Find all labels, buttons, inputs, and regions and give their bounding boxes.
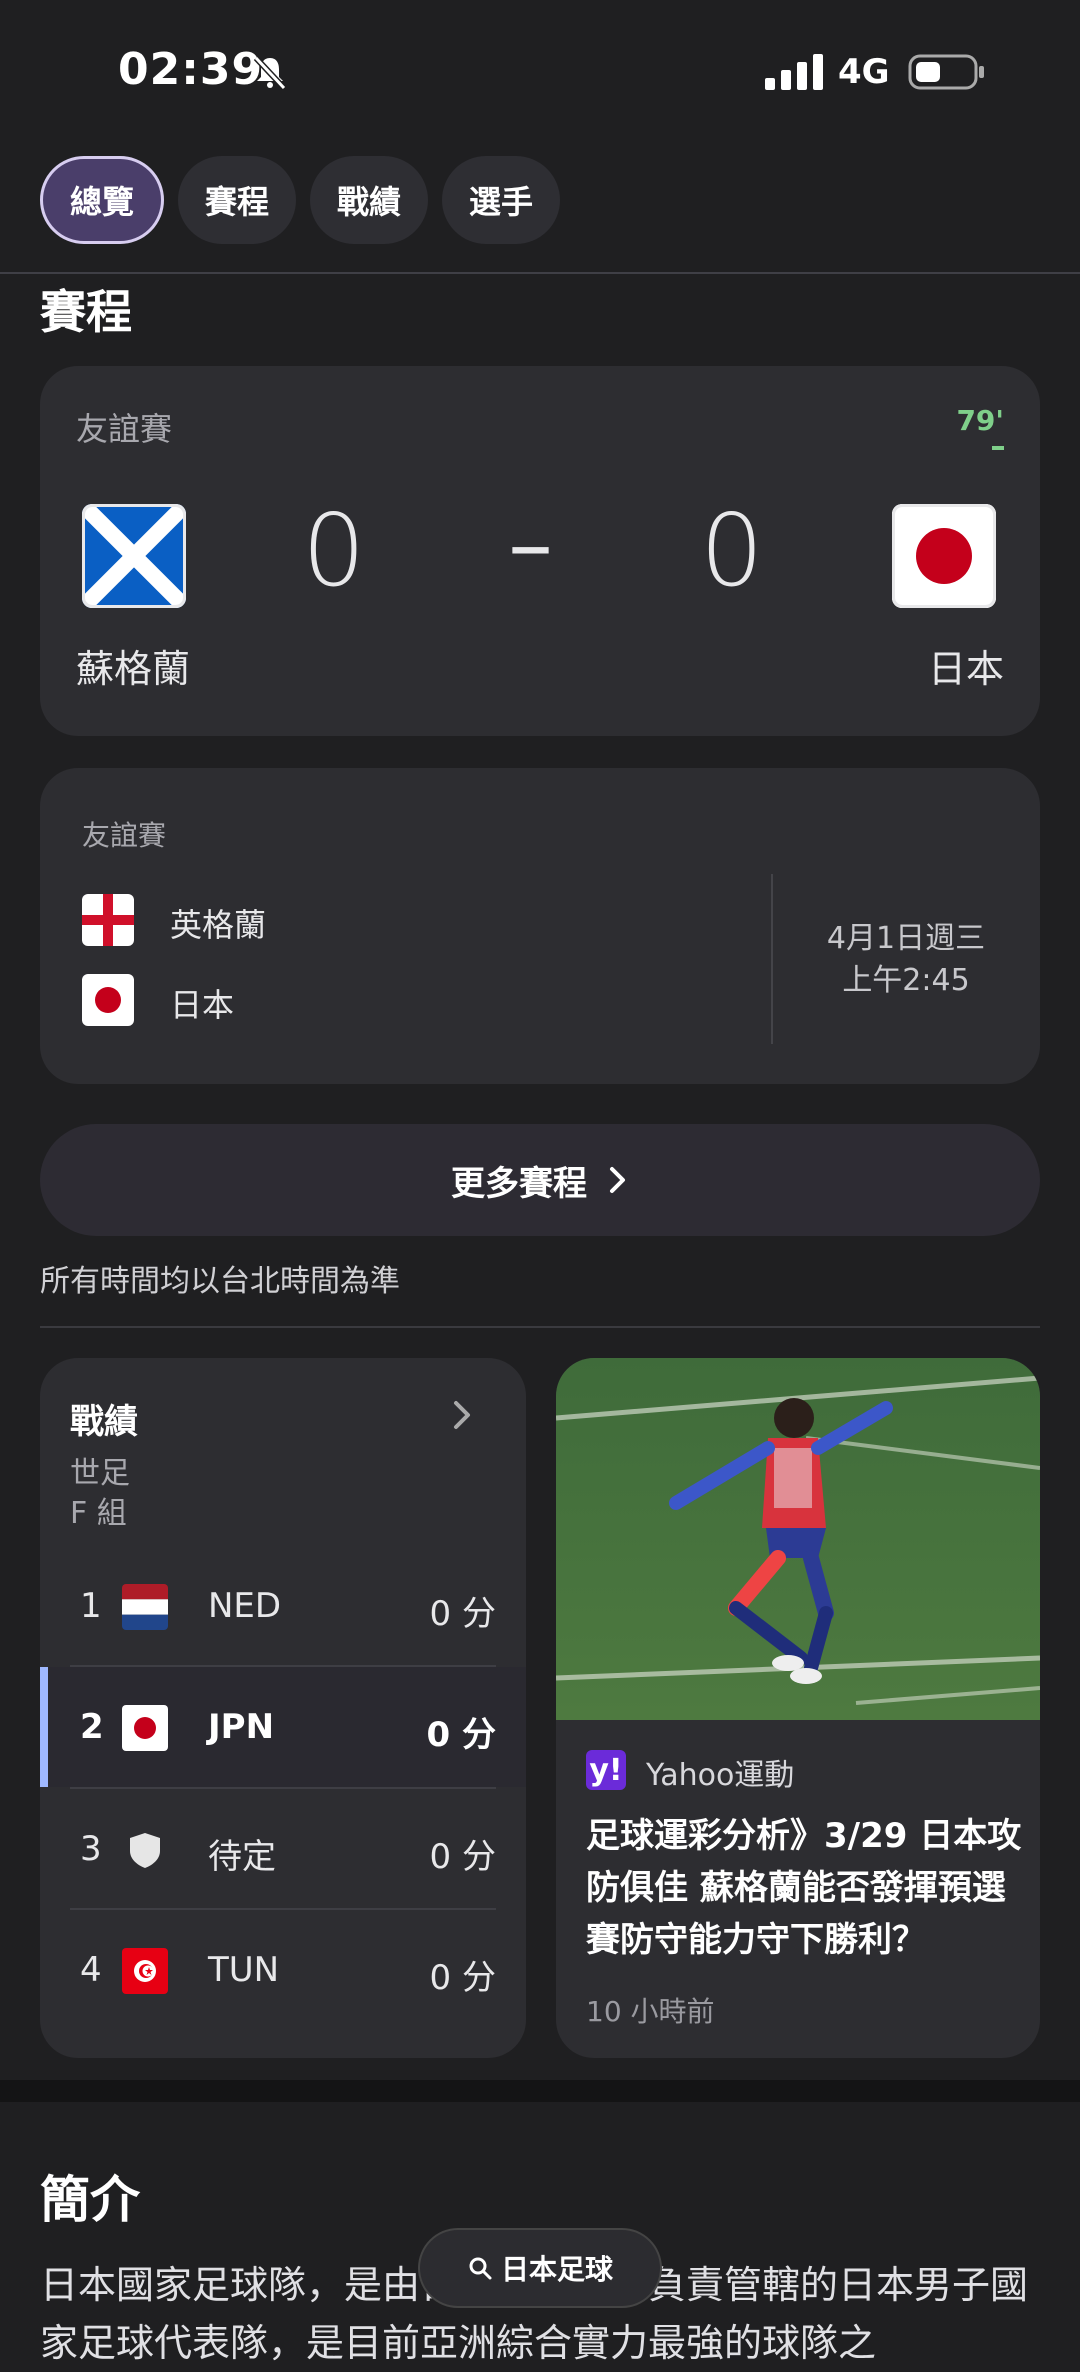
- battery-icon: [908, 54, 984, 90]
- intro-title: 簡介: [40, 2171, 140, 2229]
- live-match-card[interactable]: 友誼賽 79' 0 – 0 蘇格蘭 日本: [40, 366, 1040, 736]
- tab-overview[interactable]: 總覽: [40, 156, 165, 244]
- standings-card[interactable]: 戰績 世足 F 組 1 NED 0 分 2 JPN 0 分 3 待定 0 分 4…: [40, 1358, 526, 2058]
- timezone-note: 所有時間均以台北時間為準: [40, 1264, 400, 1299]
- team-code: 待定: [208, 1837, 276, 1877]
- live-minute: 79': [956, 404, 1004, 437]
- team-code: NED: [208, 1586, 282, 1626]
- rank: 4: [80, 1950, 102, 1990]
- table-row-highlighted[interactable]: 2 JPN 0 分: [40, 1667, 526, 1787]
- team-code: JPN: [208, 1707, 275, 1747]
- team-points: 0 分: [429, 1837, 496, 1877]
- tab-standings[interactable]: 戰績: [310, 156, 429, 244]
- table-row[interactable]: 1 NED 0 分: [40, 1546, 526, 1666]
- news-time-ago: 10 小時前: [586, 1995, 715, 2028]
- home-team-name: 英格蘭: [170, 906, 267, 944]
- team-points: 0 分: [429, 1594, 496, 1634]
- card-divider: [771, 874, 773, 1044]
- standings-competition: 世足: [70, 1456, 130, 1491]
- netherlands-flag-icon: [122, 1584, 168, 1630]
- competition-label: 友誼賽: [76, 410, 173, 448]
- england-flag-icon: [82, 894, 134, 946]
- match-time: 上午2:45: [842, 963, 970, 998]
- home-score: 0: [302, 492, 366, 609]
- japan-flag-icon: [122, 1705, 168, 1751]
- home-team-name: 蘇格蘭: [76, 647, 191, 691]
- away-team-name: 日本: [170, 986, 235, 1024]
- standings-title: 戰績: [70, 1402, 138, 1442]
- live-indicator: [992, 446, 1004, 450]
- news-card[interactable]: y! Yahoo運動 足球運彩分析》3/29 日本攻防俱佳 蘇格蘭能否發揮預選賽…: [556, 1358, 1040, 2058]
- more-schedule-label: 更多賽程: [451, 1163, 587, 1204]
- upcoming-match-card[interactable]: 友誼賽 英格蘭 日本 4月1日週三 上午2:45: [40, 768, 1040, 1084]
- section-title-schedule: 賽程: [40, 285, 132, 339]
- shield-placeholder-icon: [122, 1827, 168, 1873]
- match-date: 4月1日週三: [826, 921, 986, 956]
- tab-players[interactable]: 選手: [442, 156, 561, 244]
- more-schedule-button[interactable]: 更多賽程: [40, 1124, 1040, 1236]
- table-row[interactable]: 4 TUN 0 分: [40, 1910, 526, 2030]
- table-row[interactable]: 3 待定 0 分: [40, 1789, 526, 1909]
- chevron-right-icon[interactable]: [450, 1398, 474, 1432]
- search-icon: [469, 2257, 492, 2280]
- rank: 1: [80, 1586, 102, 1626]
- news-photo: [556, 1358, 1040, 1720]
- team-points: 0 分: [429, 1958, 496, 1998]
- japan-flag-icon: [892, 504, 996, 608]
- highlight-bar: [40, 1667, 48, 1787]
- tab-divider: [0, 272, 1080, 274]
- news-source: Yahoo運動: [646, 1758, 795, 1793]
- away-team-name: 日本: [927, 647, 1004, 691]
- scotland-flag-icon: [82, 504, 186, 608]
- search-pill-button[interactable]: 日本足球: [420, 2230, 660, 2306]
- rank: 3: [80, 1829, 102, 1869]
- signal-icon: [765, 54, 823, 90]
- yahoo-logo: y!: [586, 1750, 626, 1790]
- standings-group: F 組: [70, 1496, 127, 1531]
- bell-muted-icon: [253, 55, 287, 91]
- tab-bar: 總覽 賽程 戰績 選手: [40, 156, 561, 244]
- section-band: [0, 2080, 1080, 2102]
- status-time: 02:39: [118, 44, 264, 95]
- rank: 2: [80, 1707, 104, 1747]
- team-code: TUN: [208, 1950, 280, 1990]
- chevron-right-icon: [610, 1167, 625, 1193]
- score-separator: –: [508, 492, 553, 597]
- japan-flag-icon: [82, 974, 134, 1026]
- search-pill-label: 日本足球: [500, 2253, 613, 2286]
- tunisia-flag-icon: [122, 1948, 168, 1994]
- tab-schedule[interactable]: 賽程: [178, 156, 297, 244]
- news-headline[interactable]: 足球運彩分析》3/29 日本攻防俱佳 蘇格蘭能否發揮預選賽防守能力守下勝利？: [586, 1810, 1026, 1966]
- away-score: 0: [700, 492, 764, 609]
- section-divider: [40, 1326, 1040, 1328]
- competition-label: 友誼賽: [82, 819, 167, 852]
- network-type: 4G: [838, 52, 890, 92]
- team-points: 0 分: [426, 1715, 497, 1755]
